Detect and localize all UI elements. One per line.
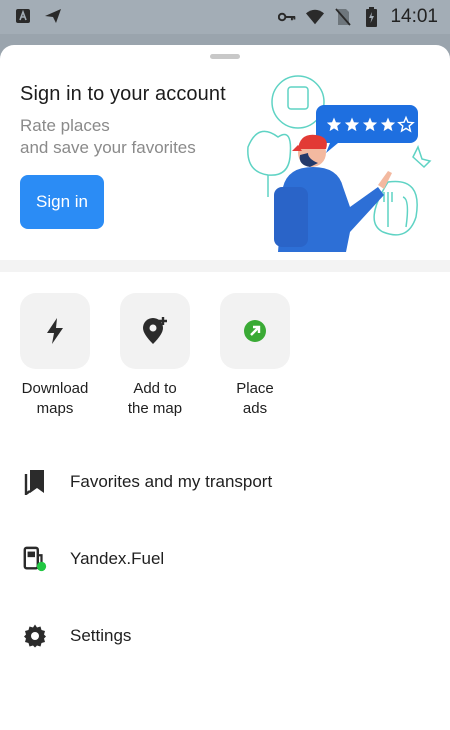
download-maps-label-line-2: maps: [36, 400, 74, 417]
rating-illustration: [247, 75, 432, 252]
download-maps-tile[interactable]: [20, 293, 90, 369]
no-sim-icon: [334, 8, 352, 26]
menu-list: Favorites and my transport Yandex.Fuel S…: [0, 443, 450, 674]
send-icon: [44, 7, 62, 25]
add-to-map-label-line-2: the map: [127, 400, 183, 417]
place-ads-label: Place ads: [205, 379, 305, 419]
section-divider: [0, 260, 450, 272]
add-place-icon: [143, 317, 167, 344]
gear-icon: [22, 623, 48, 649]
promo-subtitle-line-2: and save your favorites: [20, 138, 196, 157]
promo-title: Sign in to your account: [20, 83, 226, 105]
add-to-map-action[interactable]: Add to the map: [105, 293, 205, 419]
menu-item-yandex-fuel-label: Yandex.Fuel: [70, 548, 165, 568]
menu-item-yandex-fuel[interactable]: Yandex.Fuel: [0, 520, 450, 597]
add-to-map-tile[interactable]: [120, 293, 190, 369]
sign-in-button[interactable]: Sign in: [20, 175, 104, 229]
arrow-up-right-icon: [244, 320, 266, 342]
bookmarks-icon: [22, 469, 48, 495]
status-bar: 14:01: [0, 0, 450, 34]
add-to-map-label-line-1: Add to: [133, 380, 177, 397]
promo-subtitle: Rate places and save your favorites: [20, 115, 240, 159]
lightning-icon: [47, 318, 63, 344]
promo-subtitle-line-1: Rate places: [20, 116, 110, 135]
menu-item-settings[interactable]: Settings: [0, 597, 450, 674]
wifi-icon: [306, 8, 325, 26]
place-ads-label-line-2: ads: [242, 400, 268, 417]
menu-item-favorites[interactable]: Favorites and my transport: [0, 443, 450, 520]
menu-item-settings-label: Settings: [70, 625, 132, 645]
a-letter-icon: [14, 7, 32, 25]
key-icon: [278, 8, 296, 26]
place-ads-tile[interactable]: [220, 293, 290, 369]
fuel-pump-icon: [22, 546, 48, 572]
place-ads-label-line-1: Place: [236, 380, 274, 397]
download-maps-label-line-1: Download: [21, 380, 89, 397]
menu-item-favorites-label: Favorites and my transport: [70, 471, 273, 491]
sign-in-promo: Sign in to your account Rate places and …: [0, 45, 450, 260]
place-ads-action[interactable]: Place ads: [205, 293, 305, 419]
download-maps-action[interactable]: Download maps: [5, 293, 105, 419]
battery-charging-icon: [362, 7, 380, 27]
quick-actions: Download maps Add to the map Place ads: [0, 293, 450, 433]
status-time: 14:01: [390, 6, 438, 27]
add-to-map-label: Add to the map: [105, 379, 205, 419]
bottom-sheet: Sign in to your account Rate places and …: [0, 45, 450, 730]
download-maps-label: Download maps: [5, 379, 105, 419]
